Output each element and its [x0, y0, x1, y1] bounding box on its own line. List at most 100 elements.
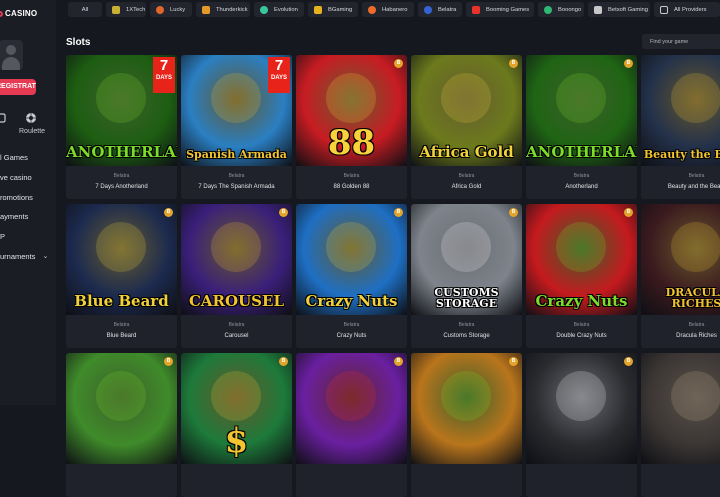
provider-filter-booming-games[interactable]: Booming Games — [466, 2, 534, 17]
game-card[interactable]: Africa Gold B Belatra Africa Gold — [411, 55, 522, 199]
betsoft-icon — [594, 5, 602, 14]
provider-filter-habanero[interactable]: Habanero — [362, 2, 414, 17]
game-name[interactable]: Africa Gold — [411, 184, 522, 190]
game-card[interactable]: CUSTOMS STORAGE B Belatra Customs Storage — [411, 204, 522, 348]
game-name[interactable]: 88 Golden 88 — [296, 184, 407, 190]
provider-filter-bgaming[interactable]: BGaming — [308, 2, 358, 17]
provider-badge-icon: B — [279, 208, 288, 217]
provider-filter-evolution[interactable]: Evolution — [254, 2, 304, 17]
game-name[interactable]: Dracula Riches — [641, 333, 720, 339]
game-thumbnail[interactable]: $ B — [181, 353, 292, 464]
game-thumbnail[interactable]: Africa Gold B — [411, 55, 522, 166]
game-card[interactable]: Blue Beard B Belatra Blue Beard — [66, 204, 177, 348]
game-card[interactable]: DRACULA RICHESB Belatra Dracula Riches — [641, 204, 720, 348]
game-name[interactable]: Anotherland — [526, 184, 637, 190]
game-name[interactable]: Carousel — [181, 333, 292, 339]
sidebar-item-all-games[interactable]: l Games — [0, 148, 48, 168]
game-card[interactable]: Crazy Nuts B Belatra Crazy Nuts — [296, 204, 407, 348]
game-art-title: Crazy Nuts — [305, 292, 398, 310]
game-thumbnail[interactable]: Blue Beard B — [66, 204, 177, 315]
game-thumbnail[interactable]: Crazy Nuts B — [296, 204, 407, 315]
game-thumbnail[interactable]: Spanish Armada 7 DAYS — [181, 55, 292, 166]
provider-badge-icon: B — [509, 59, 518, 68]
provider-filter-all-providers[interactable]: All Providers — [654, 2, 720, 17]
game-thumbnail[interactable]: B — [641, 353, 720, 464]
provider-label: All Providers — [674, 6, 707, 13]
game-thumbnail[interactable]: B — [411, 353, 522, 464]
provider-label: Booming Games — [486, 6, 530, 13]
days-number: 7 — [159, 57, 169, 74]
game-card[interactable]: 88 B Belatra 88 Golden 88 — [296, 55, 407, 199]
registration-button[interactable]: REGISTRATION — [0, 79, 36, 95]
game-card[interactable]: ANOTHERLAND B Belatra Anotherland — [526, 55, 637, 199]
game-art-title: Crazy Nuts — [535, 292, 628, 310]
provider-label: Lucky — [170, 6, 186, 13]
avatar[interactable] — [0, 40, 23, 70]
game-thumbnail[interactable]: Crazy Nuts B — [526, 204, 637, 315]
provider-filter-1xtech[interactable]: 1XTech — [106, 2, 146, 17]
provider-label: Belatra — [438, 6, 457, 13]
game-name[interactable]: 7 Days The Spanish Armada — [181, 184, 292, 190]
game-art-shape — [211, 371, 261, 421]
game-thumbnail[interactable]: ANOTHERLAND 7DAYS — [66, 55, 177, 166]
game-card[interactable]: B — [296, 353, 407, 497]
game-provider: Belatra — [228, 173, 245, 179]
game-name[interactable]: Double Crazy Nuts — [526, 333, 637, 339]
game-thumbnail[interactable]: B — [526, 353, 637, 464]
game-card[interactable]: $ B — [181, 353, 292, 497]
quick-link-slots[interactable] — [0, 112, 6, 128]
game-card[interactable]: B — [66, 353, 177, 497]
sidebar-item-payments[interactable]: ayments — [0, 207, 48, 227]
game-card[interactable]: ANOTHERLAND 7DAYS Belatra 7 Days Anotherlan… — [66, 55, 177, 199]
provider-filter-betsoft-gaming[interactable]: Betsoft Gaming — [588, 2, 650, 17]
game-art-shape — [556, 222, 606, 272]
sidebar-item-vip[interactable]: P — [0, 227, 48, 247]
logo[interactable]: CASINO — [0, 9, 37, 18]
sidebar-item-tournaments[interactable]: urnaments ⌄ — [0, 246, 48, 266]
game-thumbnail[interactable]: DRACULA RICHESB — [641, 204, 720, 315]
game-card[interactable]: Spanish Armada 7 DAYS Belatra 7 Days The Spa… — [181, 55, 292, 199]
game-thumbnail[interactable]: 88 B — [296, 55, 407, 166]
game-art-shape — [326, 73, 376, 123]
game-card[interactable]: Beauty the BeastB Belatra Beauty and the B… — [641, 55, 720, 199]
game-name[interactable]: Blue Beard — [66, 333, 177, 339]
provider-filter-belatra[interactable]: Belatra — [418, 2, 462, 17]
game-art-shape — [211, 222, 261, 272]
lucky-icon — [156, 5, 164, 14]
game-thumbnail[interactable]: ANOTHERLAND B — [526, 55, 637, 166]
game-art-shape — [671, 222, 720, 272]
game-thumbnail[interactable]: CAROUSEL B — [181, 204, 292, 315]
provider-filter-lucky[interactable]: Lucky — [150, 2, 192, 17]
game-name[interactable]: 7 Days Anotherland — [66, 184, 177, 190]
game-thumbnail[interactable]: Beauty the BeastB — [641, 55, 720, 166]
game-provider: Belatra — [688, 322, 705, 328]
logo-icon — [0, 11, 3, 17]
sidebar-item-label: urnaments — [0, 251, 36, 261]
sidebar-item-live-casino[interactable]: ve casino — [0, 168, 48, 188]
quick-link-roulette[interactable]: Roulette — [19, 112, 45, 135]
game-thumbnail[interactable]: CUSTOMS STORAGE B — [411, 204, 522, 315]
sidebar-item-label: romotions — [0, 192, 33, 202]
game-art-shape — [556, 371, 606, 421]
game-provider: Belatra — [113, 322, 130, 328]
provider-filter-all[interactable]: All — [68, 2, 102, 17]
provider-filter-thunderkick[interactable]: Thunderkick — [196, 2, 250, 17]
game-thumbnail[interactable]: B — [296, 353, 407, 464]
game-card[interactable]: B — [641, 353, 720, 497]
game-card[interactable]: CAROUSEL B Belatra Carousel — [181, 204, 292, 348]
sidebar-item-promotions[interactable]: romotions — [0, 187, 48, 207]
provider-badge-icon: B — [624, 208, 633, 217]
game-card[interactable]: Crazy Nuts B Belatra Double Crazy Nuts — [526, 204, 637, 348]
game-card[interactable]: B — [526, 353, 637, 497]
all-providers-icon — [660, 5, 668, 14]
game-name[interactable]: Crazy Nuts — [296, 333, 407, 339]
game-card[interactable]: B — [411, 353, 522, 497]
provider-filter-booongo[interactable]: Booongo — [538, 2, 584, 17]
game-name[interactable]: Customs Storage — [411, 333, 522, 339]
game-art-shape — [211, 73, 261, 123]
search-input[interactable] — [642, 34, 720, 49]
game-thumbnail[interactable]: B — [66, 353, 177, 464]
roulette-icon — [26, 113, 36, 123]
game-name[interactable]: Beauty and the Beast — [641, 184, 720, 190]
provider-badge-icon: B — [164, 208, 173, 217]
